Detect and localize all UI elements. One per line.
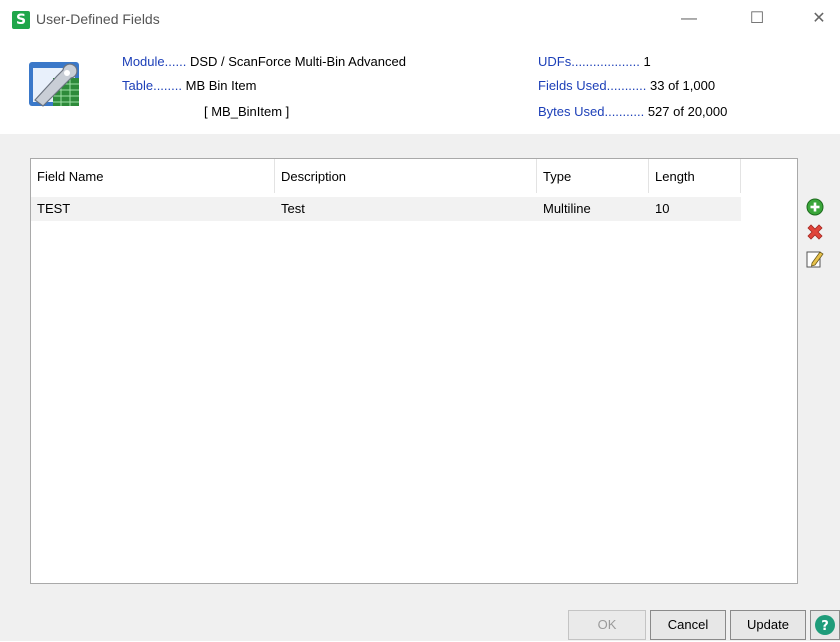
column-header-description[interactable]: Description (275, 159, 537, 193)
app-icon: S (12, 11, 30, 29)
fields-used-value: 33 of 1,000 (650, 78, 716, 93)
bytes-used-row: Bytes Used........... 527 of 20,000 (538, 104, 727, 119)
main-panel: Field Name Description Type Length TEST … (0, 134, 840, 641)
ok-button[interactable]: OK (568, 610, 646, 640)
cancel-button[interactable]: Cancel (650, 610, 726, 640)
fields-used-label: Fields Used........... (538, 78, 647, 93)
table-row[interactable]: TEST Test Multiline 10 (31, 197, 741, 221)
table-code: [ MB_BinItem ] (204, 104, 290, 119)
module-value: DSD / ScanForce Multi-Bin Advanced (189, 54, 406, 69)
column-header-field-name[interactable]: Field Name (31, 159, 275, 193)
cell-type: Multiline (543, 201, 591, 216)
table-row: Table........ MB Bin Item (122, 78, 256, 93)
update-button[interactable]: Update (730, 610, 806, 640)
edit-icon[interactable] (804, 248, 826, 270)
title-bar: S User-Defined Fields — ☐ ✕ (0, 0, 840, 38)
close-button[interactable]: ✕ (796, 0, 840, 38)
svg-text:?: ? (821, 619, 829, 634)
fields-used-row: Fields Used........... 33 of 1,000 (538, 78, 715, 93)
udfs-label: UDFs................... (538, 54, 640, 69)
bytes-used-label: Bytes Used........... (538, 104, 645, 119)
column-header-type[interactable]: Type (537, 159, 649, 193)
maximize-button[interactable]: ☐ (734, 0, 780, 38)
udfs-row: UDFs................... 1 (538, 54, 651, 69)
help-icon: ? (815, 615, 835, 635)
udf-grid[interactable]: Field Name Description Type Length TEST … (30, 158, 798, 584)
window-title: User-Defined Fields (36, 11, 160, 27)
bytes-used-value: 527 of 20,000 (647, 104, 728, 119)
cell-description: Test (281, 201, 305, 216)
table-value: MB Bin Item (185, 78, 257, 93)
module-row: Module...... DSD / ScanForce Multi-Bin A… (122, 54, 406, 69)
cell-length: 10 (655, 201, 670, 216)
table-label: Table........ (122, 78, 182, 93)
column-header-length[interactable]: Length (649, 159, 741, 193)
udfs-value: 1 (643, 54, 651, 69)
udf-tools-icon (29, 62, 79, 107)
add-icon[interactable] (804, 196, 826, 218)
minimize-button[interactable]: — (666, 0, 712, 38)
module-label: Module...... (122, 54, 187, 69)
help-button[interactable]: ? (810, 610, 840, 640)
cell-field-name: TEST (37, 201, 71, 216)
delete-icon[interactable] (804, 222, 826, 244)
header-info: Module...... DSD / ScanForce Multi-Bin A… (0, 38, 840, 134)
